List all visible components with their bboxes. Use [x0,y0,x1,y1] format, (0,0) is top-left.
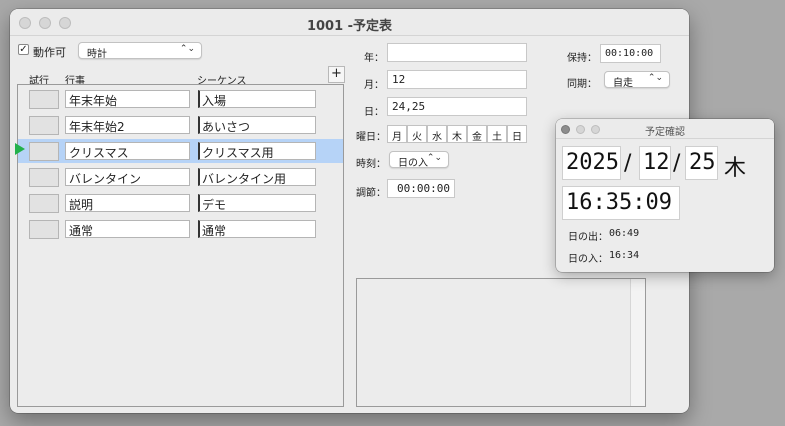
weekday-tue-toggle[interactable]: 火 [407,125,427,143]
table-row[interactable]: 通常 通常 [18,217,343,241]
trial-button[interactable] [29,194,59,213]
sequence-field[interactable]: デモ [198,194,316,212]
date-separator: / [624,151,632,176]
sunset-value: 16:34 [609,250,640,261]
table-row[interactable]: バレンタイン バレンタイン用 [18,165,343,189]
enabled-label: 動作可 [33,46,66,59]
weekday-label: 曜日： [356,132,386,143]
play-triangle-icon [15,143,25,155]
time-label: 時刻： [356,159,386,170]
trial-button[interactable] [29,220,59,239]
sequence-field[interactable]: 入場 [198,90,316,108]
weekday-sun-toggle[interactable]: 日 [507,125,527,143]
updown-chevron-icon: ⌃⌄ [179,44,195,54]
clock-year: 2025 [562,146,621,180]
updown-chevron-icon: ⌃⌄ [647,73,663,83]
trial-button[interactable] [29,168,59,187]
sunrise-label: 日の出： [568,232,608,243]
hold-label: 保持： [567,53,597,64]
month-label: 月： [364,80,384,91]
adjust-label: 調節： [356,188,386,199]
enabled-checkbox[interactable]: ✓ [18,44,29,55]
sequence-field[interactable]: クリスマス用 [198,142,316,160]
title-bar[interactable]: 1001 -予定表 [10,9,689,36]
clock-time: 16:35:09 [562,186,680,220]
add-row-button[interactable]: + [328,66,345,83]
output-area[interactable] [356,278,646,407]
adjust-field[interactable]: 00:00:00 [387,179,455,198]
year-label: 年： [364,53,384,64]
table-row[interactable]: 年末年始2 あいさつ [18,113,343,137]
trial-button[interactable] [29,90,59,109]
clock-day: 25 [685,146,718,180]
weekday-fri-toggle[interactable]: 金 [467,125,487,143]
event-field[interactable]: 年末年始 [65,90,190,108]
month-field[interactable]: 12 [387,70,527,89]
clock-title-bar[interactable]: 予定確認 [556,119,774,139]
mode-select[interactable]: 時計 ⌃⌄ [78,42,202,60]
sequence-field[interactable]: あいさつ [198,116,316,134]
event-field[interactable]: 年末年始2 [65,116,190,134]
clock-weekday: 木 [724,156,747,181]
table-row[interactable]: 年末年始 入場 [18,87,343,111]
event-field[interactable]: 説明 [65,194,190,212]
sync-select-value: 自走 [613,78,633,89]
day-field[interactable]: 24,25 [387,97,527,116]
event-field[interactable]: バレンタイン [65,168,190,186]
weekday-sat-toggle[interactable]: 土 [487,125,507,143]
schedule-list[interactable]: 年末年始 入場 年末年始2 あいさつ クリスマス クリスマス用 バレンタイン バ… [15,84,344,407]
time-select-value: 日の入 [398,158,428,169]
mode-select-value: 時計 [87,49,107,60]
time-select[interactable]: 日の入 ⌃⌄ [389,151,449,169]
trial-button[interactable] [29,116,59,135]
sunrise-value: 06:49 [609,228,640,239]
clock-window-title: 予定確認 [645,127,685,138]
trial-button[interactable] [29,142,59,161]
weekday-thu-toggle[interactable]: 木 [447,125,467,143]
check-icon: ✓ [19,44,28,55]
clock-month: 12 [639,146,671,180]
event-field[interactable]: クリスマス [65,142,190,160]
table-row-selected[interactable]: クリスマス クリスマス用 [15,139,343,163]
weekday-wed-toggle[interactable]: 水 [427,125,447,143]
year-field[interactable] [387,43,527,62]
hold-field[interactable]: 00:10:00 [600,44,661,63]
sequence-field[interactable]: バレンタイン用 [198,168,316,186]
day-label: 日： [364,107,384,118]
date-separator: / [673,151,681,176]
vertical-scrollbar[interactable] [630,279,645,406]
sequence-field[interactable]: 通常 [198,220,316,238]
weekday-mon-toggle[interactable]: 月 [387,125,407,143]
schedule-check-window: 予定確認 2025 / 12 / 25 木 16:35:09 日の出： 06:4… [556,119,774,272]
sync-label: 同期： [567,79,597,90]
event-field[interactable]: 通常 [65,220,190,238]
updown-chevron-icon: ⌃⌄ [426,153,442,163]
window-title: 1001 -予定表 [306,19,393,34]
table-row[interactable]: 説明 デモ [18,191,343,215]
sunset-label: 日の入： [568,254,608,265]
sync-select[interactable]: 自走 ⌃⌄ [604,71,670,89]
